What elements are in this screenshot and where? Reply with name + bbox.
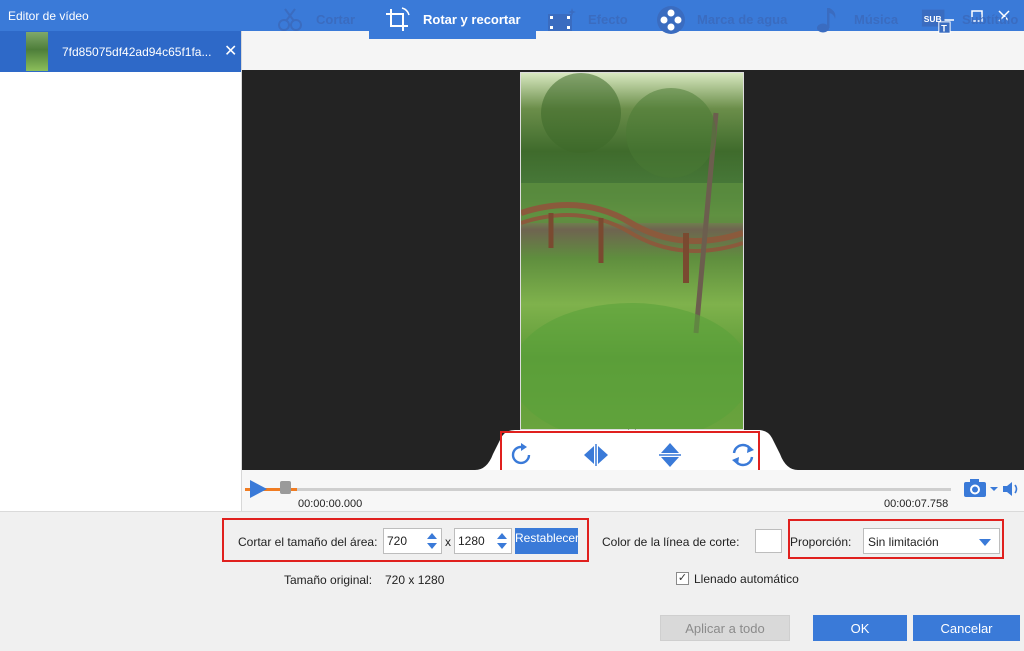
apply-to-all-button[interactable]: Aplicar a todo — [660, 615, 790, 641]
current-time: 00:00:00.000 — [298, 498, 363, 510]
tab-subtitulo[interactable]: SUB T Subtítulo — [920, 0, 1018, 39]
volume-icon — [1003, 482, 1018, 496]
video-frame-scene — [521, 73, 743, 429]
volume-button[interactable] — [1002, 481, 1022, 500]
video-preview-area — [242, 70, 1024, 470]
play-button[interactable] — [250, 480, 267, 498]
timeline-scrubber-handle[interactable] — [280, 481, 291, 494]
tab-label: Efecto — [588, 12, 628, 27]
tab-label: Subtítulo — [962, 12, 1019, 27]
file-list-panel: 7fd85075df42ad94c65f1fa... ✕ — [0, 31, 242, 511]
watermark-icon — [655, 4, 687, 36]
tab-marca-de-agua[interactable]: Marca de agua — [655, 0, 787, 39]
autofill-label: Llenado automático — [694, 572, 799, 586]
tab-label: Rotar y recortar — [423, 12, 521, 27]
tab-musica[interactable]: Música — [812, 0, 898, 39]
scissors-icon — [274, 4, 306, 36]
cut-line-color-label: Color de la línea de corte: — [602, 535, 740, 549]
crop-area-highlight — [222, 518, 589, 562]
timeline-track[interactable] — [295, 488, 951, 491]
tab-cortar[interactable]: Cortar — [274, 0, 365, 39]
crop-rotate-icon — [381, 4, 413, 36]
video-thumbnail — [26, 32, 48, 71]
ok-button[interactable]: OK — [813, 615, 907, 641]
original-size-value: 720 x 1280 — [385, 573, 445, 587]
svg-text:T: T — [941, 22, 947, 33]
cancel-button[interactable]: Cancelar — [913, 615, 1020, 641]
tab-label: Música — [854, 12, 899, 27]
tab-rotar-recortar[interactable]: Rotar y recortar — [369, 0, 536, 39]
tab-efecto[interactable]: Efecto — [546, 0, 628, 39]
remove-file-icon[interactable]: ✕ — [224, 41, 237, 61]
original-size-label: Tamaño original: — [284, 573, 373, 587]
file-list-item[interactable]: 7fd85075df42ad94c65f1fa... ✕ — [0, 31, 241, 72]
effect-icon — [546, 4, 578, 36]
autofill-checkbox[interactable]: ✓ — [676, 572, 689, 585]
cut-line-color-picker[interactable] — [755, 529, 782, 553]
total-time: 00:00:07.758 — [884, 498, 949, 510]
file-name: 7fd85075df42ad94c65f1fa... — [62, 45, 212, 59]
window-title: Editor de vídeo — [8, 9, 89, 23]
proportion-highlight — [788, 519, 1004, 559]
tab-label: Cortar — [316, 12, 356, 27]
snapshot-button[interactable] — [963, 478, 999, 501]
subtitle-icon: SUB T — [920, 4, 952, 36]
tab-label: Marca de agua — [697, 12, 788, 27]
video-frame — [520, 72, 744, 430]
camera-icon — [964, 479, 998, 497]
music-note-icon — [812, 4, 844, 36]
